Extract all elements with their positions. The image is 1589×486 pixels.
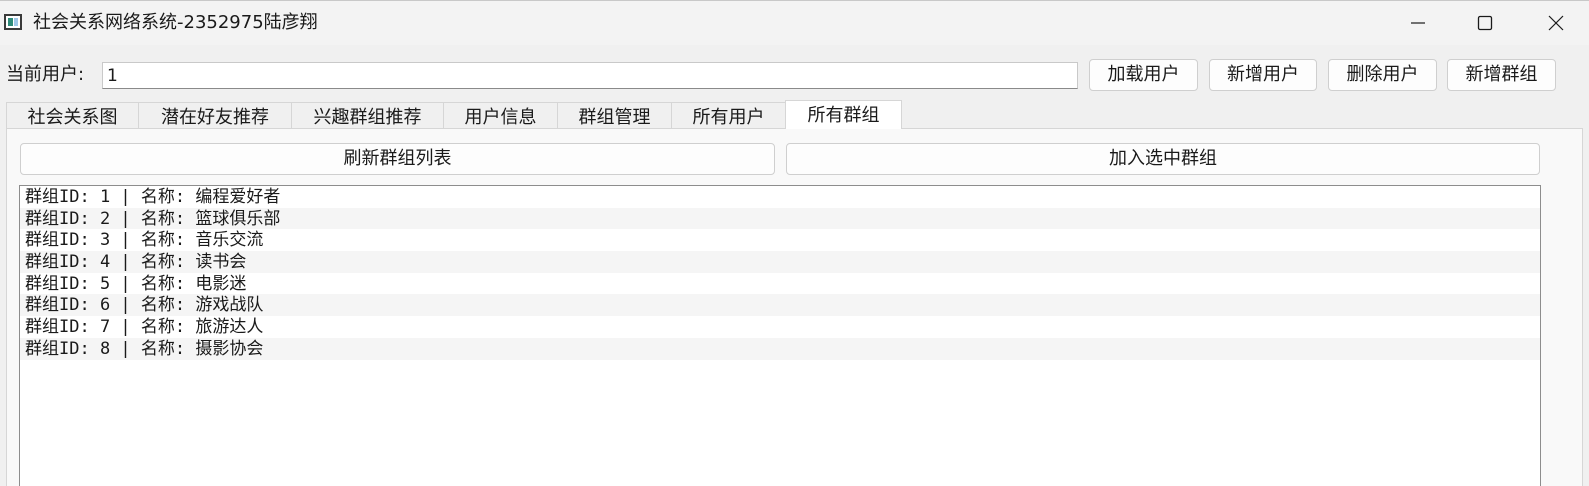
tab-all-groups[interactable]: 所有群组 (785, 100, 902, 129)
tab-user-info[interactable]: 用户信息 (443, 102, 558, 129)
close-icon (1548, 15, 1564, 31)
delete-user-button[interactable]: 删除用户 (1328, 59, 1437, 91)
join-selected-group-button[interactable]: 加入选中群组 (786, 143, 1540, 175)
main-window: 社会关系网络系统-2352975陆彦翔 当前用户: 加载用户 新增用户 删除用户… (0, 0, 1589, 486)
tab-bar: 社会关系图 潜在好友推荐 兴趣群组推荐 用户信息 群组管理 所有用户 所有群组 (6, 100, 902, 129)
add-group-button[interactable]: 新增群组 (1447, 59, 1556, 91)
list-item[interactable]: 群组ID: 6 | 名称: 游戏战队 (20, 294, 1540, 317)
maximize-icon (1477, 15, 1493, 31)
list-item[interactable]: 群组ID: 7 | 名称: 旅游达人 (20, 316, 1540, 338)
minimize-icon (1411, 22, 1425, 24)
add-user-button[interactable]: 新增用户 (1209, 59, 1317, 91)
list-item[interactable]: 群组ID: 2 | 名称: 篮球俱乐部 (20, 207, 1540, 230)
list-item[interactable]: 群组ID: 4 | 名称: 读书会 (20, 251, 1540, 273)
refresh-groups-button[interactable]: 刷新群组列表 (20, 143, 775, 175)
list-item[interactable]: 群组ID: 5 | 名称: 电影迷 (20, 273, 1540, 295)
current-user-label: 当前用户: (6, 64, 85, 85)
group-list[interactable]: 群组ID: 1 | 名称: 编程爱好者 群组ID: 2 | 名称: 篮球俱乐部 … (19, 185, 1541, 486)
load-user-button[interactable]: 加载用户 (1089, 59, 1198, 91)
minimize-button[interactable] (1385, 1, 1451, 45)
tab-group-management[interactable]: 群组管理 (557, 102, 672, 129)
title-bar[interactable]: 社会关系网络系统-2352975陆彦翔 (0, 1, 1589, 45)
tab-friend-recommendation[interactable]: 潜在好友推荐 (138, 102, 292, 129)
window-title: 社会关系网络系统-2352975陆彦翔 (33, 12, 318, 33)
tab-social-graph[interactable]: 社会关系图 (6, 102, 139, 129)
maximize-button[interactable] (1452, 1, 1518, 45)
list-item[interactable]: 群组ID: 8 | 名称: 摄影协会 (20, 337, 1540, 360)
close-button[interactable] (1523, 1, 1589, 45)
app-window-icon (4, 14, 22, 30)
list-item[interactable]: 群组ID: 1 | 名称: 编程爱好者 (20, 186, 1540, 208)
tab-all-users[interactable]: 所有用户 (671, 102, 786, 129)
tab-group-recommendation[interactable]: 兴趣群组推荐 (291, 102, 444, 129)
current-user-input[interactable] (102, 62, 1078, 89)
list-item[interactable]: 群组ID: 3 | 名称: 音乐交流 (20, 229, 1540, 251)
